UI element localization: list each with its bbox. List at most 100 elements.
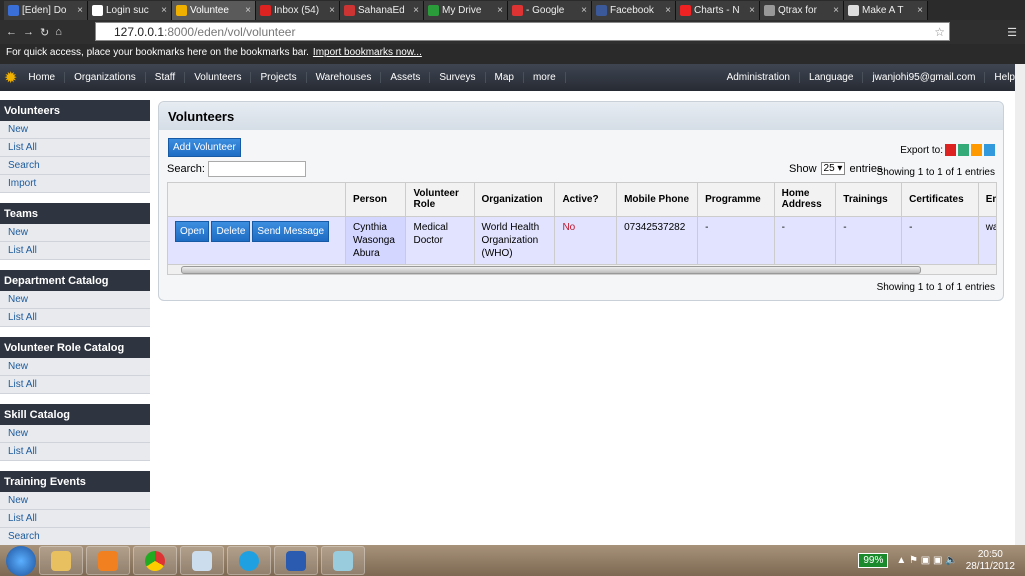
pdf-export-icon[interactable] (945, 144, 956, 156)
sidebar-link-new[interactable]: New (0, 425, 150, 443)
browser-tab[interactable]: Charts - N× (676, 1, 760, 20)
browser-tab[interactable]: SahanaEd× (340, 1, 424, 20)
tray-icons[interactable]: ▲ ⚑ ▣ ▣ 🔈 (896, 555, 957, 566)
browser-toolbar: ← → ↻ ⌂ 127.0.0.1:8000/eden/vol/voluntee… (0, 20, 1025, 44)
nav-item-projects[interactable]: Projects (251, 72, 306, 83)
tab-close-icon[interactable]: × (413, 5, 419, 16)
tab-close-icon[interactable]: × (749, 5, 755, 16)
sidebar-link-new[interactable]: New (0, 291, 150, 309)
import-bookmarks-link[interactable]: Import bookmarks now... (313, 47, 422, 58)
sidebar-link-import[interactable]: Import (0, 175, 150, 193)
sidebar-link-list-all[interactable]: List All (0, 443, 150, 461)
reload-icon[interactable]: ↻ (40, 26, 49, 39)
nav-item-organizations[interactable]: Organizations (65, 72, 146, 83)
column-header[interactable]: Volunteer Role (406, 183, 474, 216)
start-button[interactable] (6, 546, 36, 576)
sidebar-link-list-all[interactable]: List All (0, 510, 150, 528)
open-button[interactable]: Open (175, 221, 209, 242)
back-icon[interactable]: ← (6, 26, 17, 38)
sidebar-link-new[interactable]: New (0, 224, 150, 242)
nav-item-volunteers[interactable]: Volunteers (185, 72, 251, 83)
browser-tab[interactable]: My Drive× (424, 1, 508, 20)
nav-right-item[interactable]: Administration (718, 72, 800, 83)
tab-close-icon[interactable]: × (833, 5, 839, 16)
sidebar-link-search[interactable]: Search (0, 528, 150, 546)
column-header[interactable]: Organization (474, 183, 555, 216)
tab-close-icon[interactable]: × (665, 5, 671, 16)
tab-close-icon[interactable]: × (581, 5, 587, 16)
export-label: Export to: (900, 145, 943, 156)
nav-item-more[interactable]: more (524, 72, 566, 83)
tab-close-icon[interactable]: × (329, 5, 335, 16)
page-length: Show25 ▾entries (789, 162, 883, 175)
column-header[interactable] (168, 183, 346, 216)
home-icon[interactable]: ⌂ (55, 26, 62, 38)
browser-tab[interactable]: Make A T× (844, 1, 928, 20)
add-volunteer-button[interactable]: Add Volunteer (168, 138, 241, 157)
column-header[interactable]: Programme (698, 183, 775, 216)
sidebar-link-new[interactable]: New (0, 492, 150, 510)
nav-item-assets[interactable]: Assets (381, 72, 430, 83)
battery-indicator[interactable]: 99% (858, 553, 888, 568)
chrome-taskbar-button[interactable] (133, 546, 177, 575)
address-bar[interactable]: 127.0.0.1:8000/eden/vol/volunteer☆ (95, 22, 950, 41)
nav-item-home[interactable]: Home (19, 72, 65, 83)
column-header[interactable]: Email (978, 183, 997, 216)
column-header[interactable]: Certificates (902, 183, 979, 216)
nav-item-map[interactable]: Map (486, 72, 524, 83)
star-icon[interactable]: ☆ (934, 25, 945, 39)
browser-tab[interactable]: Voluntee× (172, 1, 256, 20)
tab-close-icon[interactable]: × (497, 5, 503, 16)
page-scrollbar[interactable] (1015, 64, 1025, 545)
sidebar-link-list-all[interactable]: List All (0, 242, 150, 260)
sidebar-link-list-all[interactable]: List All (0, 309, 150, 327)
sahana-logo-icon[interactable]: ✹ (0, 68, 19, 88)
xls-export-icon[interactable] (958, 144, 969, 156)
explorer-taskbar-button[interactable] (39, 546, 83, 575)
browser-tab[interactable]: [Eden] Do× (4, 1, 88, 20)
tab-close-icon[interactable]: × (245, 5, 251, 16)
column-header[interactable]: Trainings (836, 183, 902, 216)
sidebar-link-list-all[interactable]: List All (0, 139, 150, 157)
browser-tab[interactable]: Qtrax for× (760, 1, 844, 20)
sidebar-link-new[interactable]: New (0, 358, 150, 376)
tab-close-icon[interactable]: × (161, 5, 167, 16)
browser-tab[interactable]: Inbox (54)× (256, 1, 340, 20)
sidebar-link-new[interactable]: New (0, 121, 150, 139)
nav-item-surveys[interactable]: Surveys (430, 72, 485, 83)
column-header[interactable]: Active? (555, 183, 617, 216)
browser-tab[interactable]: Facebook× (592, 1, 676, 20)
browser-tab[interactable]: - Google× (508, 1, 592, 20)
tab-favicon-icon (260, 5, 271, 16)
search-input[interactable] (208, 161, 306, 177)
nav-right-item[interactable]: jwanjohi95@gmail.com (863, 72, 985, 83)
column-header[interactable]: Home Address (774, 183, 836, 216)
paint-taskbar-button[interactable] (321, 546, 365, 575)
skype-taskbar-button[interactable] (227, 546, 271, 575)
sidebar-link-search[interactable]: Search (0, 157, 150, 175)
time: 20:50 (966, 549, 1015, 561)
delete-button[interactable]: Delete (211, 221, 250, 242)
column-header[interactable]: Person (346, 183, 406, 216)
media-player-taskbar-button[interactable] (86, 546, 130, 575)
rss-export-icon[interactable] (971, 144, 982, 156)
send-message-button[interactable]: Send Message (252, 221, 329, 242)
forward-icon[interactable]: → (23, 26, 34, 38)
column-header[interactable]: Mobile Phone (617, 183, 698, 216)
page-length-select[interactable]: 25 ▾ (821, 162, 846, 175)
tab-close-icon[interactable]: × (77, 5, 83, 16)
tab-close-icon[interactable]: × (917, 5, 923, 16)
map-export-icon[interactable] (984, 144, 995, 156)
nav-item-warehouses[interactable]: Warehouses (307, 72, 382, 83)
table-horizontal-scrollbar[interactable] (167, 264, 997, 275)
clock[interactable]: 20:5028/11/2012 (966, 549, 1015, 573)
sidebar-link-list-all[interactable]: List All (0, 376, 150, 394)
browser-tab[interactable]: Login suc× (88, 1, 172, 20)
nav-right-item[interactable]: Language (800, 72, 864, 83)
table-cell: - (836, 216, 902, 264)
menu-icon[interactable]: ☰ (1007, 26, 1017, 39)
nav-item-staff[interactable]: Staff (146, 72, 185, 83)
word-taskbar-button[interactable] (274, 546, 318, 575)
scrollbar-thumb[interactable] (181, 266, 921, 274)
window-taskbar-button[interactable] (180, 546, 224, 575)
